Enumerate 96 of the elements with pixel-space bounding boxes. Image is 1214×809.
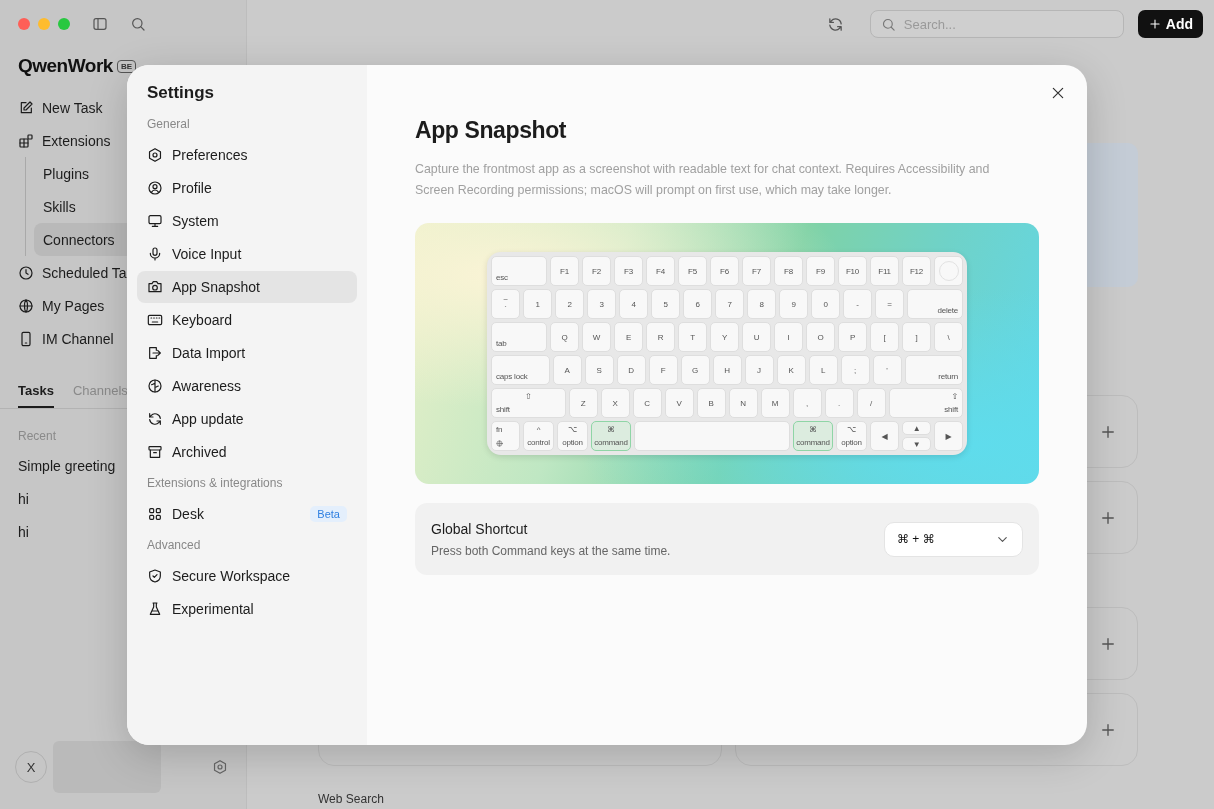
keyboard-key: A [552,355,582,385]
key-legend: shift [944,405,958,414]
keyboard-key: 8 [747,289,776,319]
keyboard-key: I [774,322,803,352]
section-label: Extensions & integrations [146,476,284,490]
keyboard-key: Y [710,322,739,352]
keyboard-key: ; [840,355,870,385]
keyboard-key: F [648,355,678,385]
setting-title: Global Shortcut [431,520,529,537]
beta-badge: Beta [310,506,347,522]
keyboard-key: esc [491,256,547,286]
keyboard-key: F2 [582,256,611,286]
key-legend: command [594,438,628,447]
keyboard-key: ▶ [934,421,963,451]
key-legend: ^ [536,425,541,434]
key-legend: control [527,438,550,447]
key-legend: option [562,438,583,447]
keyboard-key: return [904,355,963,385]
keyboard-key: P [838,322,867,352]
keyboard-key: 5 [651,289,680,319]
keyboard-key: / [856,388,886,418]
keyboard-key: caps lock [491,355,550,385]
keyboard-key: , [792,388,822,418]
keyboard-key: O [806,322,835,352]
keyboard-key: = [875,289,904,319]
keyboard-key: [ [870,322,899,352]
keyboard-key: F9 [806,256,835,286]
dialog-title: Settings [146,83,216,103]
key-legend: fn [496,425,503,434]
keyboard-key: X [600,388,630,418]
keyboard-key: G [680,355,710,385]
keyboard-key: ] [902,322,931,352]
key-legend: ⌘ [607,425,615,434]
keyboard-key: B [696,388,726,418]
keyboard-key: N [728,388,758,418]
keyboard-key: delete [907,289,963,319]
keyboard-key: Q [550,322,579,352]
keyboard-key: H [712,355,742,385]
section-label: General [146,117,191,131]
keyboard-key: . [824,388,854,418]
section-label: Advanced [146,538,202,552]
key-legend: ~ [503,295,508,304]
keyboard-key: F5 [678,256,707,286]
keyboard-key: L [808,355,838,385]
keyboard-key: F11 [870,256,899,286]
keyboard-key: 2 [555,289,584,319]
key-legend: ⇧ [951,392,958,401]
keyboard-key: ' [872,355,902,385]
keyboard-key: F8 [774,256,803,286]
keyboard-key: W [582,322,611,352]
keyboard-key: S [584,355,614,385]
keyboard-key: E [614,322,643,352]
keyboard-key: C [632,388,662,418]
keyboard-key: F10 [838,256,867,286]
keyboard-key: 0 [811,289,840,319]
keyboard-key: ◀ [870,421,899,451]
setting-description: Press both Command keys at the same time. [431,543,671,558]
key-legend: ⌥ [568,425,577,434]
keyboard-key: ▲ [902,421,931,435]
keyboard-key: Z [568,388,598,418]
keyboard-key: tab [491,322,547,352]
key-legend: command [796,438,830,447]
section-heading: Web Search [318,792,385,806]
key-legend: ⌘ [809,425,817,434]
keyboard-key: R [646,322,675,352]
app-logo: QwenWork [18,55,113,77]
keyboard-key: K [776,355,806,385]
keyboard-key: V [664,388,694,418]
key-legend: ⇧ [525,392,532,401]
keyboard-key: F3 [614,256,643,286]
section-label: Recent [18,429,57,443]
key-legend: ⌥ [847,425,856,434]
keyboard-key: D [616,355,646,385]
page-title: App Snapshot [415,117,568,144]
key-legend: ` [504,304,507,313]
keyboard-key: \ [934,322,963,352]
keyboard-key: ▼ [902,437,931,451]
keyboard-key: M [760,388,790,418]
keyboard-key: F6 [710,256,739,286]
keyboard-key: F4 [646,256,675,286]
keyboard-key: 6 [683,289,712,319]
keyboard-key: 9 [779,289,808,319]
keyboard-key: 4 [619,289,648,319]
keyboard-key: F7 [742,256,771,286]
page-description: Capture the frontmost app as a screenshot with readable text for chat context. Requires Accessibility and Screen Recording permissions; macOS will prompt on first use, which may take longer. [415,161,991,199]
key-legend: option [841,438,862,447]
keyboard-key: J [744,355,774,385]
keyboard-key: F12 [902,256,931,286]
keyboard-key: T [678,322,707,352]
keyboard-key: 7 [715,289,744,319]
keyboard-key: 1 [523,289,552,319]
keyboard-key: 3 [587,289,616,319]
keyboard-key: F1 [550,256,579,286]
keyboard-key: - [843,289,872,319]
keyboard-key: U [742,322,771,352]
key-legend: shift [496,405,510,414]
